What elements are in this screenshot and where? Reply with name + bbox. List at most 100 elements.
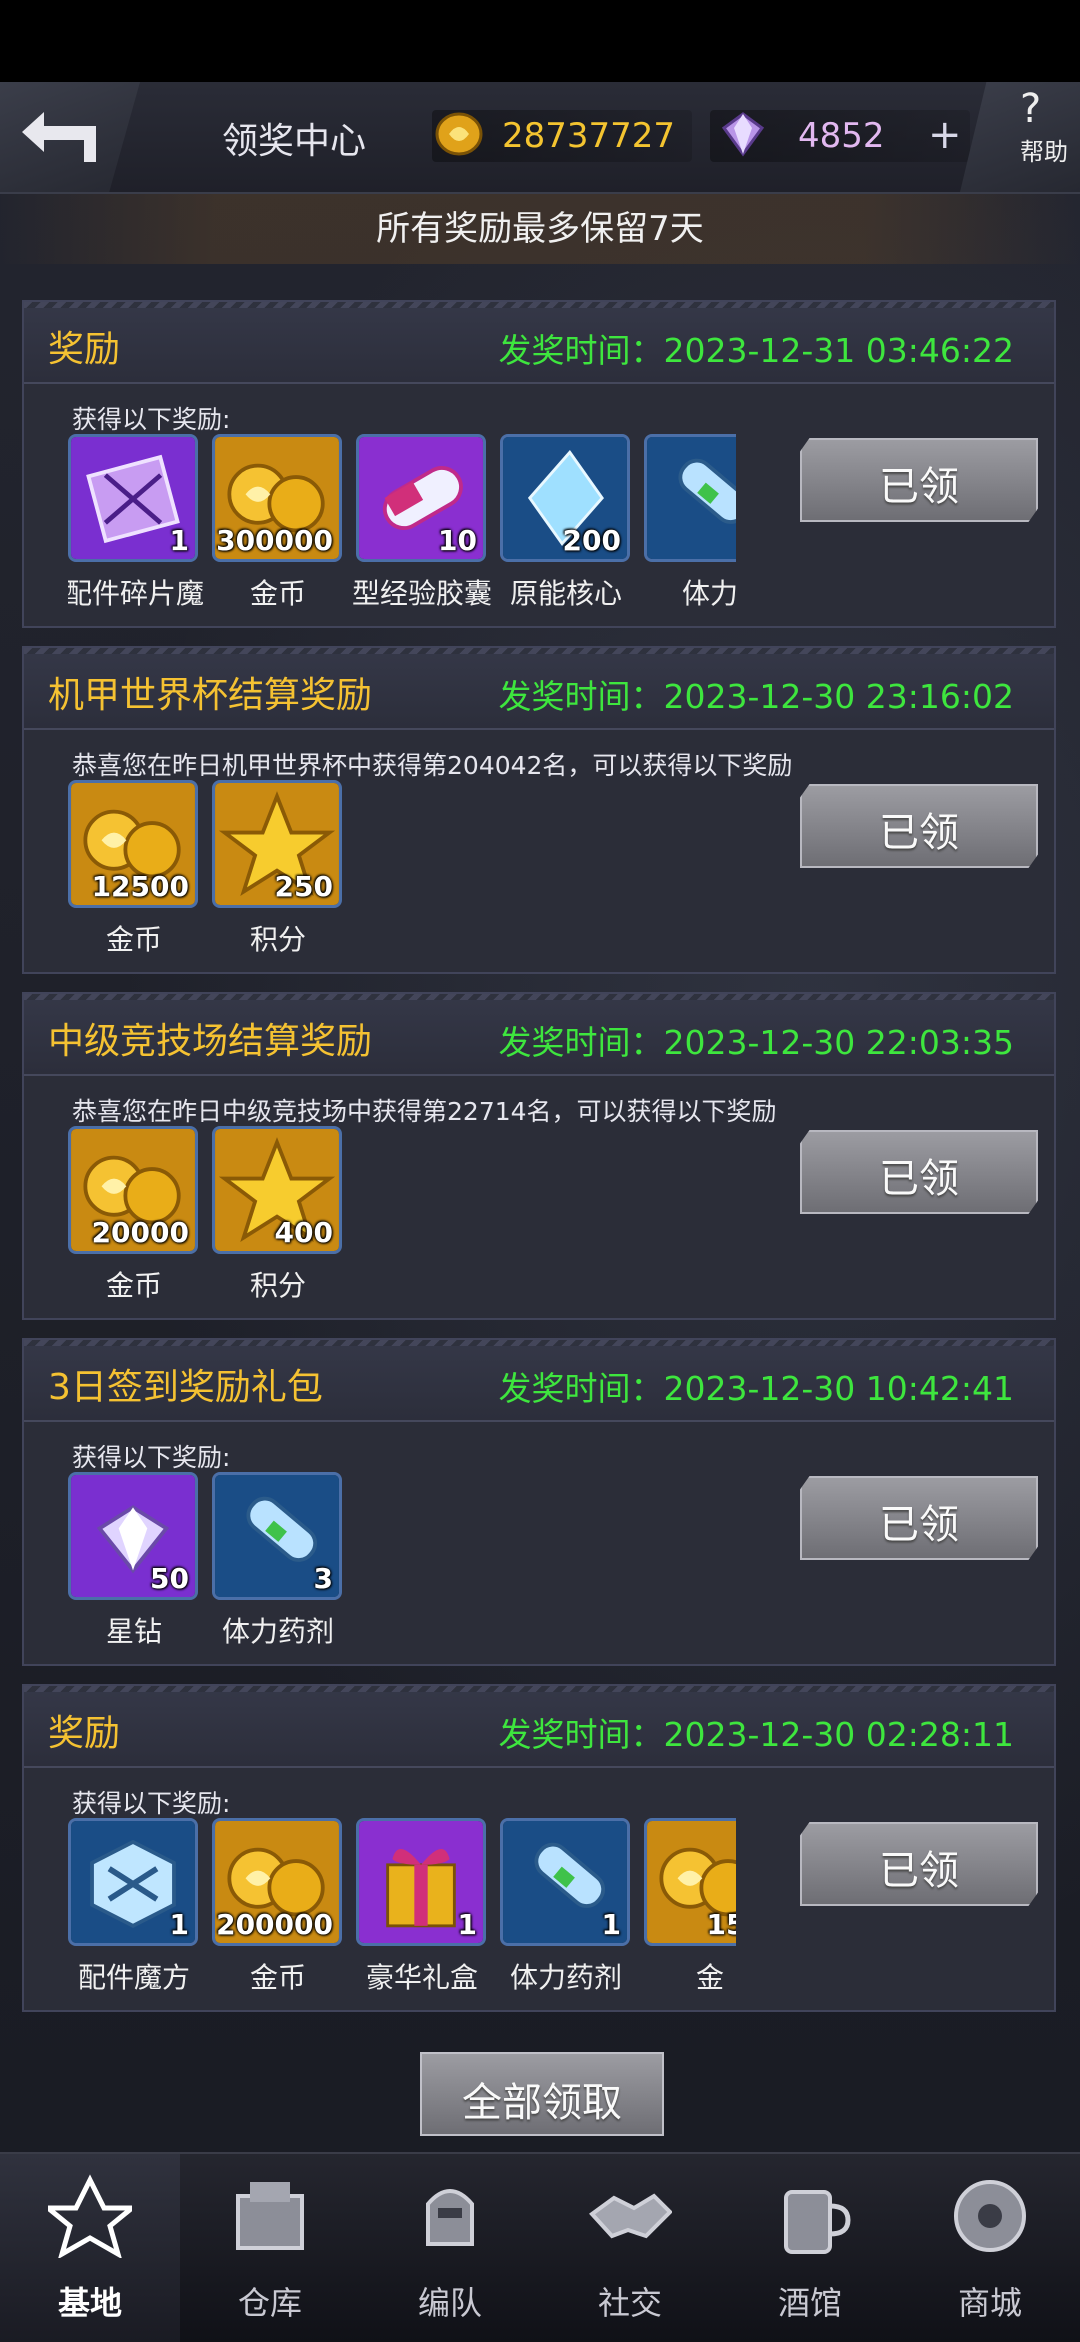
help-label: 帮助 [1020, 138, 1068, 166]
gem-amount: 4852 [798, 116, 885, 156]
nav-label: 编队 [417, 2284, 482, 2322]
shop-icon [954, 2180, 1026, 2252]
item-name: 积分 [249, 1269, 306, 1302]
claimed-button[interactable]: 已领 [800, 1822, 1038, 1906]
reward-card: 奖励 发奖时间：2023-12-30 02:28:11 获得以下奖励: 1 配件魔方 20… [22, 1684, 1056, 2012]
star-diamond-icon: 50 [68, 1472, 198, 1600]
card-description: 恭喜您在昨日中级竞技场中获得第22714名，可以获得以下奖励 [72, 1097, 777, 1126]
gem-icon [721, 112, 765, 157]
help-question-icon: ? [1020, 86, 1042, 132]
item-count: 10 [438, 524, 477, 557]
card-title: 奖励 [48, 1713, 121, 1754]
nav-tab-4[interactable]: 酒馆 [720, 2154, 900, 2342]
help-button[interactable]: ? 帮助 [960, 82, 1080, 192]
item-name: 金币 [249, 577, 306, 610]
card-time: 发奖时间：2023-12-30 02:28:11 [498, 1715, 1014, 1754]
back-button[interactable] [0, 82, 140, 192]
claimed-label: 已领 [879, 810, 959, 856]
bottom-nav: 基地 仓库 编队 社交 酒馆 商城 [0, 2152, 1080, 2342]
card-header: 机甲世界杯结算奖励 发奖时间：2023-12-30 23:16:02 [24, 648, 1054, 730]
nav-tab-0[interactable]: 基地 [0, 2154, 180, 2342]
item-name: 体力药剂 [509, 1961, 622, 1994]
reward-items: 12500 金币 250 积分 [68, 780, 736, 960]
item-count: 20000 [91, 1216, 189, 1249]
item-name: 星钻 [105, 1615, 162, 1648]
gold-coins-icon: 200000 [212, 1818, 342, 1946]
reward-item[interactable]: 1 体力药剂 [500, 1818, 632, 1998]
claim-all-button[interactable]: 全部领取 [420, 2052, 664, 2136]
claimed-label: 已领 [879, 1156, 959, 1202]
card-description: 获得以下奖励: [72, 405, 231, 434]
nav-label: 酒馆 [777, 2284, 842, 2322]
reward-item[interactable]: 150 金 [644, 1818, 736, 1998]
reward-item[interactable]: 1 豪华礼盒 [356, 1818, 488, 1998]
nav-label: 社交 [597, 2284, 662, 2322]
reward-card: 机甲世界杯结算奖励 发奖时间：2023-12-30 23:16:02 恭喜您在昨日机… [22, 646, 1056, 974]
gem-counter: 4852 + [710, 110, 970, 162]
reward-item[interactable]: 10 型经验胶囊 [352, 434, 492, 614]
item-count: 200000 [216, 1908, 333, 1941]
reward-item[interactable]: 1 配件魔方 [68, 1818, 200, 1998]
reward-item[interactable]: 12500 金币 [68, 780, 200, 960]
card-description: 恭喜您在昨日机甲世界杯中获得第204042名，可以获得以下奖励 [72, 751, 793, 780]
reward-card: 3日签到奖励礼包 发奖时间：2023-12-30 10:42:41 获得以下奖励: 5… [22, 1338, 1056, 1666]
reward-item[interactable]: 200 原能核心 [500, 434, 632, 614]
card-header: 奖励 发奖时间：2023-12-30 02:28:11 [24, 1686, 1054, 1768]
claimed-label: 已领 [879, 464, 959, 510]
base-emblem-icon [48, 2174, 132, 2258]
card-header: 奖励 发奖时间：2023-12-31 03:46:22 [24, 302, 1054, 384]
reward-item[interactable]: 1 配件碎片魔 [68, 434, 204, 614]
item-name: 原能核心 [509, 577, 622, 610]
reward-item[interactable]: 50 星钻 [68, 1472, 200, 1652]
gold-coin-icon [435, 112, 483, 156]
item-count: 400 [274, 1216, 333, 1249]
reward-item[interactable]: 体力 [644, 434, 736, 614]
item-name: 积分 [249, 923, 306, 956]
item-count: 12500 [91, 870, 189, 903]
item-name: 体力 [681, 577, 736, 610]
claimed-label: 已领 [879, 1848, 959, 1894]
luxury-gift-box-icon: 1 [356, 1818, 486, 1946]
reward-item[interactable]: 20000 金币 [68, 1126, 200, 1306]
tavern-icon [784, 2190, 851, 2254]
gold-counter: 28737727 [432, 110, 692, 162]
nav-tab-3[interactable]: 社交 [540, 2154, 720, 2342]
nav-tab-5[interactable]: 商城 [900, 2154, 1080, 2342]
claimed-button[interactable]: 已领 [800, 1130, 1038, 1214]
nav-tab-2[interactable]: 编队 [360, 2154, 540, 2342]
claimed-button[interactable]: 已领 [800, 784, 1038, 868]
purple-parts-fragment-icon: 1 [68, 434, 198, 562]
reward-item[interactable]: 400 积分 [212, 1126, 344, 1306]
item-name: 配件魔方 [77, 1961, 190, 1994]
card-header: 中级竞技场结算奖励 发奖时间：2023-12-30 22:03:35 [24, 994, 1054, 1076]
nav-label: 仓库 [237, 2284, 302, 2322]
claim-all-label: 全部领取 [462, 2080, 622, 2126]
item-name: 金币 [105, 923, 162, 956]
exp-capsule-icon: 10 [356, 434, 486, 562]
reward-item[interactable]: 3 体力药剂 [212, 1472, 344, 1652]
gold-coins-icon: 150 [644, 1818, 736, 1946]
item-count: 250 [274, 870, 333, 903]
item-count: 50 [150, 1562, 189, 1595]
gold-coins-icon: 300000 [212, 434, 342, 562]
reward-item[interactable]: 250 积分 [212, 780, 344, 960]
card-title: 中级竞技场结算奖励 [48, 1021, 373, 1062]
card-time: 发奖时间：2023-12-31 03:46:22 [498, 331, 1014, 370]
card-title: 3日签到奖励礼包 [48, 1367, 323, 1408]
claimed-button[interactable]: 已领 [800, 1476, 1038, 1560]
status-bar [0, 0, 1080, 82]
item-count: 1 [169, 1908, 189, 1941]
nav-label: 商城 [957, 2284, 1022, 2322]
star-points-icon: 250 [212, 780, 342, 908]
stamina-potion-icon: 3 [212, 1472, 342, 1600]
item-count: 1 [457, 1908, 477, 1941]
claimed-button[interactable]: 已领 [800, 438, 1038, 522]
nav-tab-1[interactable]: 仓库 [180, 2154, 360, 2342]
warehouse-icon [236, 2182, 304, 2250]
handshake-icon [589, 2193, 672, 2239]
nav-label: 基地 [57, 2284, 122, 2322]
reward-item[interactable]: 300000 金币 [212, 434, 344, 614]
add-gems-button[interactable]: + [928, 112, 962, 158]
reward-item[interactable]: 200000 金币 [212, 1818, 344, 1998]
item-count: 3 [313, 1562, 333, 1595]
